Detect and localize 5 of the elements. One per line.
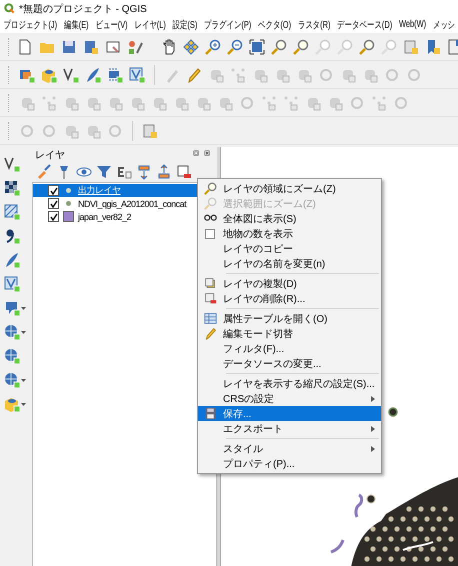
- panel-title: レイヤ: [35, 148, 65, 162]
- window-title: *無題のプロジェクト - QGIS: [19, 2, 147, 16]
- layer-name: NDVI_qgis_A2012001_concat: [78, 198, 186, 208]
- layer-name: japan_ver82_2: [78, 212, 132, 222]
- layer-name: 出力レイヤ: [78, 184, 120, 197]
